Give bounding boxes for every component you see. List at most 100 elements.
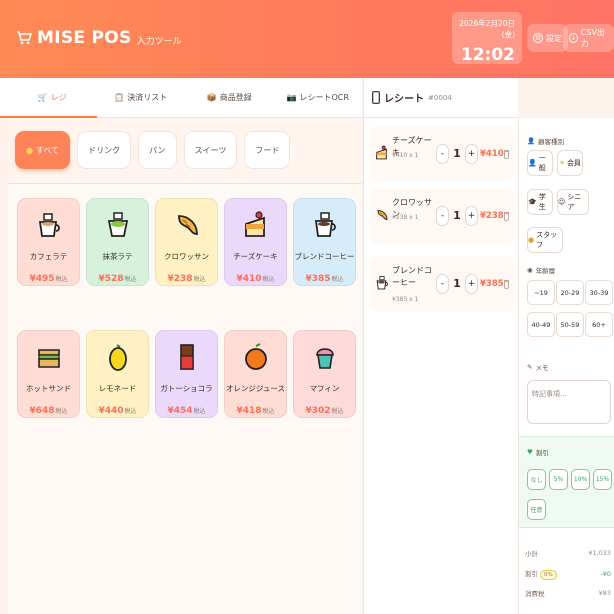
customer-panel: 👤 顧客種別 👤 一般 ✶ 会員 🎓 学生 ☺ シニア ● スタッフ ◉ 年齢層 ~19 … bbox=[518, 118, 614, 614]
product-name: 抹茶ラテ bbox=[102, 252, 133, 261]
product-card[interactable]: オレンジジュース ¥418税込 bbox=[224, 330, 287, 418]
customer-type-label: 👤 顧客種別 bbox=[527, 137, 565, 146]
receipt-item-unit: ¥385 x 1 bbox=[392, 296, 419, 303]
customer-type-staff[interactable]: ● スタッフ bbox=[527, 227, 563, 253]
clock-time: 12:02 bbox=[460, 45, 515, 65]
product-price: ¥528税込 bbox=[98, 274, 137, 284]
product-name: ガトーショコラ bbox=[160, 384, 213, 393]
register-panel: 🛒 レジ 📋 決済リスト 📦 商品登録 📷 レシートOCR ● すべて ドリンク… bbox=[0, 78, 362, 614]
product-card[interactable]: ブレンドコーヒー ¥385税込 bbox=[293, 198, 356, 286]
memo-input[interactable]: 特記事項... bbox=[527, 380, 611, 424]
coffee-icon bbox=[310, 209, 340, 241]
register-icon: 🛒 bbox=[37, 93, 48, 102]
item-quantity: 1 bbox=[453, 147, 461, 160]
trash-icon[interactable] bbox=[504, 280, 509, 289]
product-card[interactable]: チーズケーキ ¥410税込 bbox=[224, 198, 287, 286]
product-name: レモネード bbox=[98, 384, 137, 393]
item-quantity: 1 bbox=[453, 277, 461, 290]
heart-icon: ♥ bbox=[527, 448, 533, 456]
product-card[interactable]: 抹茶ラテ ¥528税込 bbox=[86, 198, 149, 286]
tab-payment-list[interactable]: 📋 決済リスト bbox=[97, 78, 186, 117]
phone-icon bbox=[372, 91, 380, 104]
product-card[interactable]: マフィン ¥302税込 bbox=[293, 330, 356, 418]
age-30-39[interactable]: 30-39 bbox=[585, 280, 613, 305]
product-price: ¥385税込 bbox=[305, 274, 344, 284]
increase-qty-button[interactable]: + bbox=[465, 144, 478, 164]
person-icon: 👤 bbox=[528, 159, 537, 167]
discount-5[interactable]: 5% bbox=[549, 469, 568, 490]
category-food[interactable]: フード bbox=[244, 131, 291, 169]
receipt-item: ブレンドコーヒー ¥385 x 1 -1 + ¥385 bbox=[370, 256, 513, 312]
customer-type-student[interactable]: 🎓 学生 bbox=[527, 189, 553, 215]
discount-percent-badge: 0% bbox=[540, 570, 557, 580]
discount-label: ♥ 割引 bbox=[527, 448, 549, 457]
age-20-29[interactable]: 20-29 bbox=[556, 280, 584, 305]
decrease-qty-button[interactable]: - bbox=[436, 206, 449, 226]
age-50-59[interactable]: 50-59 bbox=[556, 312, 584, 337]
tab-register[interactable]: 🛒 レジ bbox=[8, 78, 97, 118]
latte-icon bbox=[34, 209, 64, 241]
discount-none[interactable]: なし bbox=[527, 469, 546, 490]
coffee-icon bbox=[375, 274, 389, 292]
product-card[interactable]: ガトーショコラ ¥454税込 bbox=[155, 330, 218, 418]
subtotal-row: 小計 ¥1,033 bbox=[525, 549, 611, 558]
cap-icon: 🎓 bbox=[528, 198, 537, 206]
increase-qty-button[interactable]: + bbox=[465, 274, 478, 294]
receipt-item-price: ¥238 bbox=[480, 211, 504, 221]
csv-export-button[interactable]: ↓ CSV出力 bbox=[563, 24, 614, 52]
customer-type-member[interactable]: ✶ 会員 bbox=[557, 150, 583, 176]
globe-icon: ◉ bbox=[527, 266, 533, 274]
product-name: ブレンドコーヒー bbox=[294, 252, 355, 261]
customer-type-general[interactable]: 👤 一般 bbox=[527, 150, 553, 176]
cheesecake-icon bbox=[375, 144, 389, 162]
receipt-item-unit: ¥410 x 1 bbox=[392, 152, 419, 159]
product-card[interactable]: ホットサンド ¥648税込 bbox=[17, 330, 80, 418]
customer-type-senior[interactable]: ☺ シニア bbox=[557, 189, 589, 215]
product-name: マフィン bbox=[309, 384, 340, 393]
tab-receipt-ocr[interactable]: 📷 レシートOCR bbox=[274, 78, 363, 117]
product-name: チーズケーキ bbox=[233, 252, 278, 261]
age-60-plus[interactable]: 60+ bbox=[585, 312, 613, 337]
decrease-qty-button[interactable]: - bbox=[436, 274, 449, 294]
category-bread[interactable]: パン bbox=[138, 131, 177, 169]
badge-icon: ● bbox=[528, 236, 535, 244]
cheesecake-icon bbox=[241, 209, 271, 241]
product-price: ¥238税込 bbox=[167, 274, 206, 284]
trash-icon[interactable] bbox=[504, 212, 509, 221]
box-icon: 📦 bbox=[206, 93, 217, 102]
tab-product-register[interactable]: 📦 商品登録 bbox=[185, 78, 274, 117]
receipt-title: レシート bbox=[384, 94, 424, 105]
trash-icon[interactable] bbox=[504, 150, 509, 159]
memo-icon: ✎ bbox=[527, 363, 533, 371]
discount-10[interactable]: 10% bbox=[571, 469, 590, 490]
clock: 2026年2月20日 (金) 12:02 bbox=[452, 12, 522, 65]
age-under-19[interactable]: ~19 bbox=[527, 280, 555, 305]
discount-custom[interactable]: 任意 bbox=[527, 499, 546, 520]
category-all[interactable]: ● すべて bbox=[15, 131, 71, 169]
product-price: ¥418税込 bbox=[236, 406, 275, 416]
receipt-item-price: ¥385 bbox=[480, 279, 504, 289]
product-card[interactable]: クロワッサン ¥238税込 bbox=[155, 198, 218, 286]
discount-15[interactable]: 15% bbox=[593, 469, 612, 490]
product-price: ¥454税込 bbox=[167, 406, 206, 416]
product-card[interactable]: カフェラテ ¥495税込 bbox=[17, 198, 80, 286]
age-40-49[interactable]: 40-49 bbox=[527, 312, 555, 337]
product-name: クロワッサン bbox=[164, 252, 209, 261]
product-price: ¥410税込 bbox=[236, 274, 275, 284]
product-price: ¥495税込 bbox=[29, 274, 68, 284]
gear-icon: ⚙ bbox=[533, 33, 543, 43]
product-name: オレンジジュース bbox=[225, 384, 286, 393]
settings-button[interactable]: ⚙ 設定 bbox=[527, 24, 568, 52]
product-card[interactable]: レモネード ¥440税込 bbox=[86, 330, 149, 418]
increase-qty-button[interactable]: + bbox=[465, 206, 478, 226]
muffin-icon bbox=[310, 341, 340, 373]
discount-row: 割引 0% -¥0 bbox=[525, 570, 611, 580]
camera-icon: 📷 bbox=[286, 93, 297, 102]
decrease-qty-button[interactable]: - bbox=[436, 144, 449, 164]
receipt-item-price: ¥410 bbox=[480, 149, 504, 159]
sandwich-icon bbox=[34, 341, 64, 373]
receipt-number: #0004 bbox=[428, 93, 452, 102]
receipt-panel: レシート #0004 チーズケーキ ¥410 x 1-1 + ¥410 クロワッサン ¥2… bbox=[363, 78, 518, 614]
category-sweets[interactable]: スイーツ bbox=[183, 131, 238, 169]
category-drink[interactable]: ドリンク bbox=[77, 131, 132, 169]
